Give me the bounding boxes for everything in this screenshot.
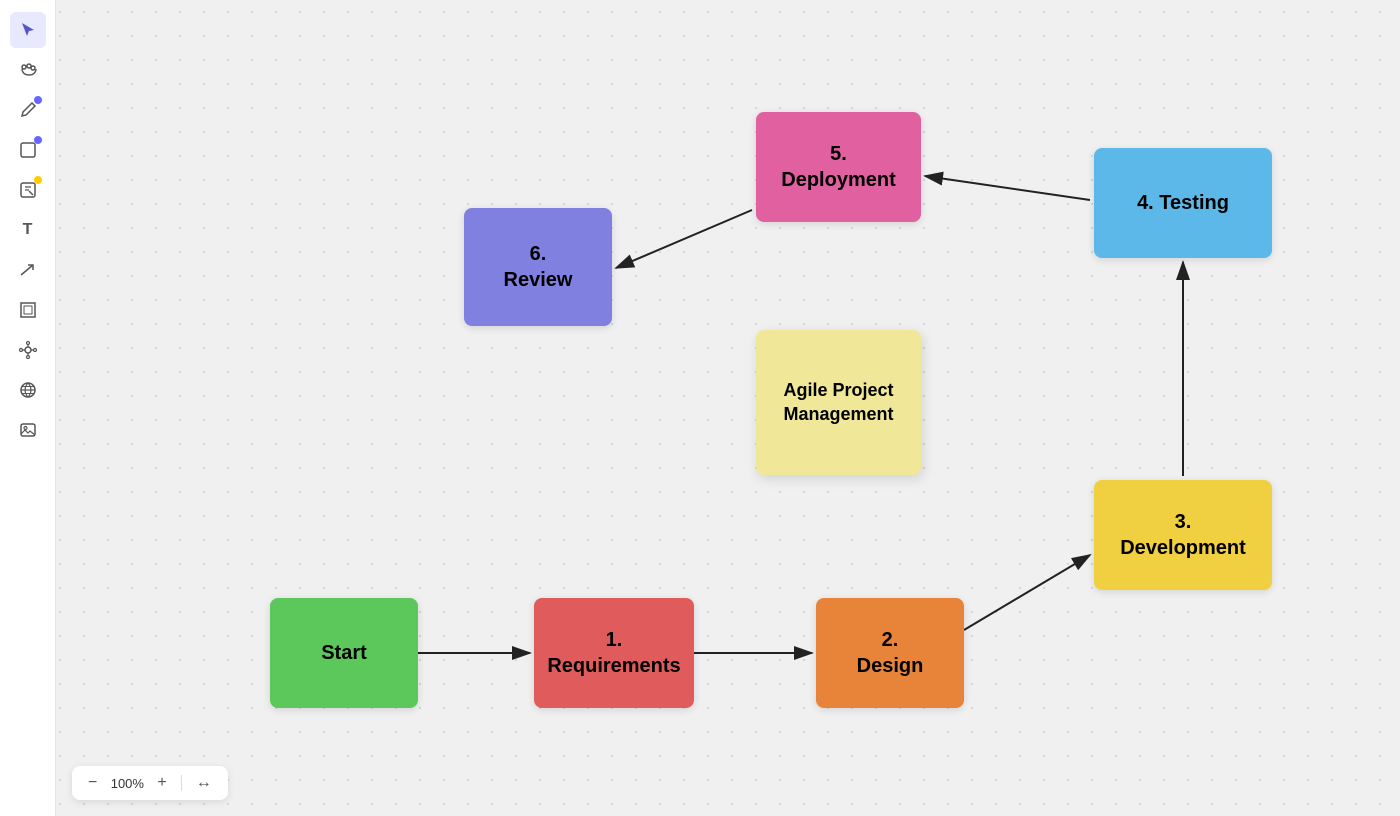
node-deployment[interactable]: 5.Deployment: [756, 112, 921, 222]
bottom-toolbar: − 100% + ↔: [72, 766, 228, 800]
cursor-tool[interactable]: [10, 12, 46, 48]
node-development[interactable]: 3.Development: [1094, 480, 1272, 590]
node-review-label: 6.Review: [504, 241, 573, 293]
arrows-svg: [56, 0, 1400, 816]
network-tool[interactable]: [10, 332, 46, 368]
fit-button[interactable]: ↔: [192, 772, 216, 794]
shape-tool[interactable]: [10, 132, 46, 168]
canvas[interactable]: Start 1.Requirements 2.Design 3.Developm…: [56, 0, 1400, 816]
sticky-tool[interactable]: [10, 172, 46, 208]
node-testing[interactable]: 4. Testing: [1094, 148, 1272, 258]
toolbar-divider: [181, 775, 182, 791]
node-deployment-label: 5.Deployment: [781, 141, 895, 193]
connector-tool[interactable]: [10, 252, 46, 288]
arrow-design-dev: [964, 555, 1090, 630]
hand-tool[interactable]: [10, 52, 46, 88]
sticky-dot: [34, 176, 42, 184]
node-req-label: 1.Requirements: [547, 627, 680, 679]
node-agile[interactable]: Agile ProjectManagement: [756, 330, 921, 475]
globe-tool[interactable]: [10, 372, 46, 408]
frame-tool[interactable]: [10, 292, 46, 328]
zoom-in-button[interactable]: +: [153, 772, 170, 794]
zoom-level: 100%: [109, 776, 145, 791]
node-design-label: 2.Design: [857, 627, 924, 679]
image-tool[interactable]: [10, 412, 46, 448]
node-start[interactable]: Start: [270, 598, 418, 708]
text-tool[interactable]: T: [10, 212, 46, 248]
node-agile-label: Agile ProjectManagement: [783, 379, 893, 426]
sidebar: T: [0, 0, 56, 816]
shape-dot: [34, 136, 42, 144]
node-requirements[interactable]: 1.Requirements: [534, 598, 694, 708]
arrow-deploy-review: [616, 210, 752, 268]
node-design[interactable]: 2.Design: [816, 598, 964, 708]
pen-dot: [34, 96, 42, 104]
pen-tool[interactable]: [10, 92, 46, 128]
node-start-label: Start: [321, 640, 367, 666]
node-review[interactable]: 6.Review: [464, 208, 612, 326]
zoom-out-button[interactable]: −: [84, 772, 101, 794]
node-testing-label: 4. Testing: [1137, 190, 1229, 216]
node-dev-label: 3.Development: [1120, 509, 1246, 561]
arrow-testing-deploy: [925, 176, 1090, 200]
